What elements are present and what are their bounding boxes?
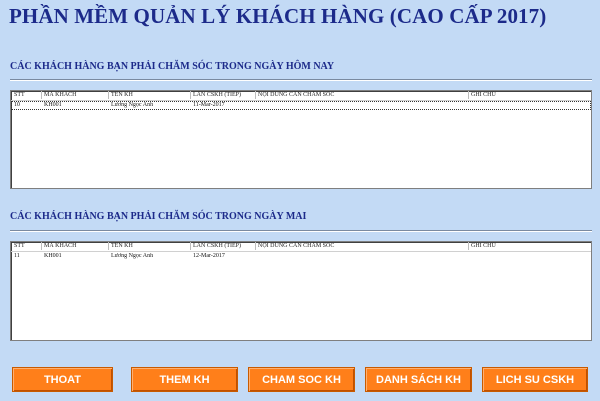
tomorrow-listbox[interactable]: STT MÃ KHÁCH TÊN KH LẦN CSKH (TIẾP) NỘI … xyxy=(10,241,592,341)
col-stt: STT xyxy=(14,242,42,250)
col-stt: STT xyxy=(14,91,42,99)
tomorrow-list-header: STT MÃ KHÁCH TÊN KH LẦN CSKH (TIẾP) NỘI … xyxy=(11,242,591,252)
col-lan-cskh: LẦN CSKH (TIẾP) xyxy=(193,91,256,99)
app-title: PHẦN MỀM QUẢN LÝ KHÁCH HÀNG (CAO CẤP 201… xyxy=(9,4,547,28)
cell-ten-kh: Lương Ngọc Anh xyxy=(111,102,154,108)
cell-stt: 10 xyxy=(14,102,20,108)
today-list-header: STT MÃ KHÁCH TÊN KH LẦN CSKH (TIẾP) NỘI … xyxy=(11,91,591,101)
tomorrow-divider xyxy=(10,230,592,232)
cell-lan-cskh: 12-Mar-2017 xyxy=(193,253,225,259)
cell-ma-khach: KH001 xyxy=(44,102,62,108)
col-ten-kh: TÊN KH xyxy=(111,242,191,250)
today-divider xyxy=(10,79,592,81)
exit-button[interactable]: THOAT xyxy=(12,367,113,392)
add-customer-button[interactable]: THEM KH xyxy=(131,367,238,392)
customer-care-button[interactable]: CHAM SOC KH xyxy=(248,367,355,392)
col-ten-kh: TÊN KH xyxy=(111,91,191,99)
col-noi-dung: NỘI DUNG CẦN CHĂM SÓC xyxy=(258,91,469,99)
customer-list-button[interactable]: DANH SÁCH KH xyxy=(365,367,472,392)
today-section-title: CÁC KHÁCH HÀNG BẠN PHẢI CHĂM SÓC TRONG N… xyxy=(10,61,335,72)
tomorrow-section-title: CÁC KHÁCH HÀNG BẠN PHẢI CHĂM SÓC TRONG N… xyxy=(10,211,307,222)
cell-ten-kh: Lương Ngọc Anh xyxy=(111,253,154,259)
col-ghi-chu: GHI CHÚ xyxy=(471,92,496,98)
col-ma-khach: MÃ KHÁCH xyxy=(44,91,109,99)
col-ma-khach: MÃ KHÁCH xyxy=(44,242,109,250)
list-item[interactable]: 10 KH001 Lương Ngọc Anh 11-Mar-2017 xyxy=(11,101,591,110)
col-lan-cskh: LẦN CSKH (TIẾP) xyxy=(193,242,256,250)
cell-stt: 11 xyxy=(14,253,20,259)
today-listbox[interactable]: STT MÃ KHÁCH TÊN KH LẦN CSKH (TIẾP) NỘI … xyxy=(10,90,592,189)
cell-ma-khach: KH001 xyxy=(44,253,62,259)
care-history-button[interactable]: LICH SU CSKH xyxy=(482,367,588,392)
col-noi-dung: NỘI DUNG CẦN CHĂM SÓC xyxy=(258,242,469,250)
list-item[interactable]: 11 KH001 Lương Ngọc Anh 12-Mar-2017 xyxy=(11,252,591,261)
cell-lan-cskh: 11-Mar-2017 xyxy=(193,102,225,108)
col-ghi-chu: GHI CHÚ xyxy=(471,243,496,249)
